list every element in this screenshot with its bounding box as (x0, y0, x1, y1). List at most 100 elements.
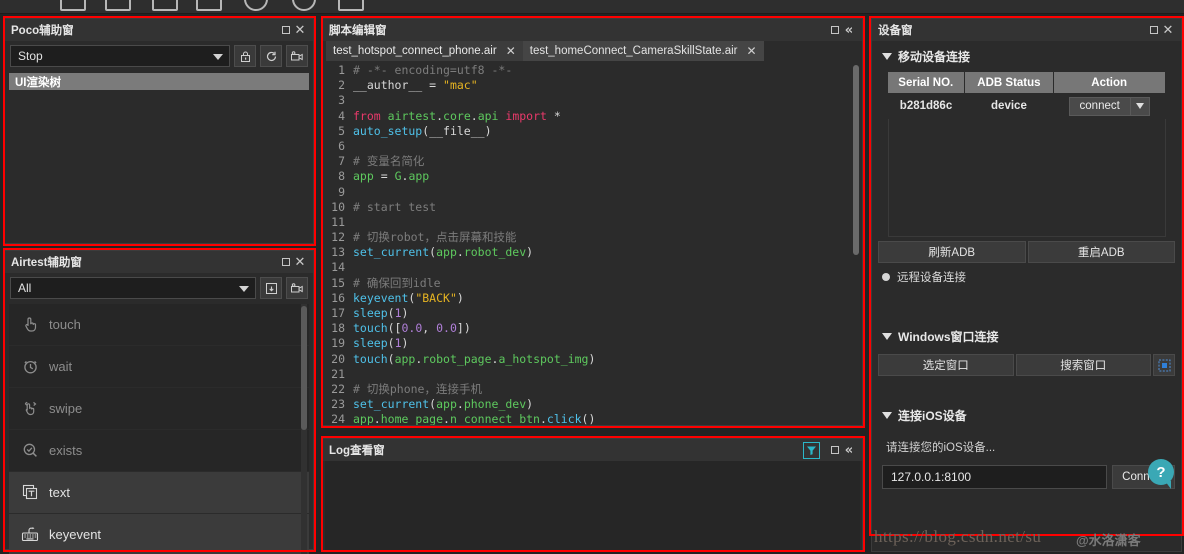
code-text[interactable]: # -*- encoding=utf8 -*- __author__ = "mac… (353, 61, 848, 425)
line-number: 14 (331, 260, 345, 275)
code-line[interactable]: touch([0.0, 0.0]) (353, 321, 848, 336)
device-column-header: Action (1053, 72, 1166, 93)
help-button[interactable]: ? (1148, 459, 1174, 489)
save-icon[interactable] (105, 0, 131, 11)
lock-icon[interactable] (234, 45, 256, 67)
line-number: 11 (331, 214, 345, 229)
windows-section-header[interactable]: Windows窗口连接 (872, 321, 1181, 350)
line-number: 3 (338, 93, 345, 108)
editor-scrollbar[interactable] (853, 65, 859, 255)
code-line[interactable]: __author__ = "mac" (353, 78, 848, 93)
airtest-action-wait[interactable]: wait (9, 346, 309, 388)
run-icon[interactable] (244, 0, 268, 11)
code-line[interactable]: # 切换phone，连接手机 (353, 382, 848, 397)
airtest-action-list[interactable]: touch wait swipe exists text keyevent (9, 304, 309, 554)
editor-tab-close-icon[interactable]: ✕ (747, 44, 757, 58)
airtest-restore-button[interactable] (279, 255, 293, 269)
device-table-header: Serial NO. ADB Status Action (887, 72, 1166, 93)
log-panel-titlebar: Log查看窗 « (323, 439, 862, 461)
code-line[interactable]: touch(app.robot_page.a_hotspot_img) (353, 352, 848, 367)
record-icon[interactable] (286, 45, 308, 67)
code-line[interactable]: # 切换robot，点击屏幕和技能 (353, 230, 848, 245)
text-icon (21, 484, 39, 501)
refresh-icon[interactable] (260, 45, 282, 67)
main-toolbar[interactable] (0, 0, 1184, 14)
airtest-list-scrollbar[interactable] (301, 306, 307, 430)
code-line[interactable]: # 变量名简化 (353, 154, 848, 169)
ios-section-header[interactable]: 连接iOS设备 (872, 400, 1181, 429)
code-line[interactable]: keyevent("BACK") (353, 291, 848, 306)
device-panel: 设备窗 ✕ 移动设备连接 Serial NO. ADB Status Action … (871, 18, 1182, 552)
poco-restore-button[interactable] (279, 23, 293, 37)
code-line[interactable]: # -*- encoding=utf8 -*- (353, 63, 848, 78)
code-line[interactable] (353, 260, 848, 275)
code-line[interactable] (353, 139, 848, 154)
ios-address-input[interactable]: 127.0.0.1:8100 (882, 465, 1108, 489)
device-close-button[interactable]: ✕ (1161, 23, 1175, 37)
code-line[interactable]: from airtest.core.api import * (353, 109, 848, 124)
report-icon[interactable] (338, 0, 364, 11)
log-collapse-button[interactable]: « (842, 443, 856, 457)
folder-icon[interactable] (152, 0, 178, 11)
device-table-empty-area (887, 119, 1166, 237)
code-line[interactable] (353, 93, 848, 108)
remote-device-section-header[interactable]: 远程设备连接 (872, 263, 1181, 285)
ui-render-tree-body[interactable] (9, 90, 309, 229)
device-row[interactable]: b281d86c device connect (888, 93, 1166, 119)
log-output-area[interactable] (325, 461, 860, 551)
select-window-button[interactable]: 选定窗口 (878, 354, 1014, 376)
editor-tab-0[interactable]: test_hotspot_connect_phone.air ✕ (326, 41, 523, 61)
line-number: 22 (331, 381, 345, 396)
code-line[interactable] (353, 215, 848, 230)
code-line[interactable]: # 确保回到idle (353, 276, 848, 291)
code-line[interactable]: auto_setup(__file__) (353, 124, 848, 139)
code-line[interactable] (353, 185, 848, 200)
airtest-action-swipe[interactable]: swipe (9, 388, 309, 430)
airtest-action-touch[interactable]: touch (9, 304, 309, 346)
device-table-body[interactable]: b281d86c device connect (888, 93, 1166, 119)
airtest-action-keyevent[interactable]: keyevent (9, 514, 309, 554)
code-line[interactable]: # start test (353, 200, 848, 215)
airtest-action-label: keyevent (49, 527, 102, 542)
airtest-filter-select[interactable]: All (10, 277, 256, 299)
code-line[interactable]: sleep(1) (353, 306, 848, 321)
code-line[interactable]: set_current(app.robot_dev) (353, 245, 848, 260)
refresh-adb-button[interactable]: 刷新ADB (878, 241, 1026, 263)
swipe-icon (21, 400, 39, 417)
code-line[interactable]: set_current(app.phone_dev) (353, 397, 848, 412)
mobile-section-header[interactable]: 移动设备连接 (872, 41, 1181, 70)
new-script-icon[interactable] (60, 0, 86, 11)
editor-tabbar[interactable]: test_hotspot_connect_phone.air ✕ test_home… (323, 41, 862, 61)
editor-collapse-button[interactable]: « (842, 23, 856, 37)
editor-tab-1[interactable]: test_homeConnect_CameraSkillState.air ✕ (522, 41, 764, 61)
record-icon[interactable] (286, 277, 308, 299)
insert-snapshot-icon[interactable] (260, 277, 282, 299)
airtest-action-text[interactable]: text (9, 472, 309, 514)
filter-icon[interactable] (803, 441, 820, 459)
editor-restore-button[interactable] (828, 23, 842, 37)
poco-mode-select[interactable]: Stop (10, 45, 230, 67)
code-line[interactable] (353, 367, 848, 382)
save-as-icon[interactable] (196, 0, 222, 11)
line-number: 9 (338, 184, 345, 199)
log-restore-button[interactable] (828, 443, 842, 457)
line-number: 7 (338, 154, 345, 169)
search-window-button[interactable]: 搜索窗口 (1015, 354, 1151, 376)
airtest-action-exists[interactable]: exists (9, 430, 309, 472)
device-restore-button[interactable] (1147, 23, 1161, 37)
code-area[interactable]: 1 2 3 4 5 6 7 8 9 10 11 12 13 14 15 16 17 18 19 20 21 22 23 24 … (323, 61, 862, 425)
editor-tab-close-icon[interactable]: ✕ (506, 44, 516, 58)
restart-adb-button[interactable]: 重启ADB (1027, 241, 1175, 263)
code-line[interactable]: sleep(1) (353, 336, 848, 351)
airtest-close-button[interactable]: ✕ (293, 255, 307, 269)
code-line[interactable]: app.home_page.n_connect_btn.click() (353, 412, 848, 425)
target-picker-icon[interactable] (1153, 354, 1175, 376)
device-action-cell[interactable]: connect (1053, 93, 1165, 119)
line-number: 12 (331, 230, 345, 245)
poco-panel-titlebar: Poco辅助窗 ✕ (5, 19, 313, 41)
chevron-down-icon[interactable] (1129, 97, 1149, 115)
code-line[interactable]: app = G.app (353, 169, 848, 184)
device-connect-select[interactable]: connect (1068, 96, 1150, 116)
poco-close-button[interactable]: ✕ (293, 23, 307, 37)
stop-icon[interactable] (292, 0, 316, 11)
